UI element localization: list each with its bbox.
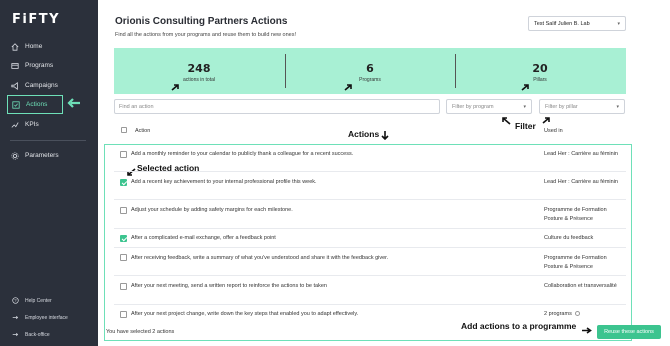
app-logo: FiFTY <box>12 12 60 27</box>
chevron-down-icon: ▾ <box>616 104 619 110</box>
sidebar-item-label: Programs <box>25 62 54 69</box>
stat-value: 6 <box>366 62 374 75</box>
back-office-label: Back-office <box>25 331 50 338</box>
column-header-used-in: Used in <box>544 128 563 134</box>
program-filter-placeholder: Filter by program <box>452 103 494 110</box>
add-actions-annotation: Add actions to a programme <box>461 321 577 331</box>
select-all-checkbox[interactable] <box>121 127 127 133</box>
employee-interface-link[interactable]: Employee interface <box>12 314 68 321</box>
sidebar-item-parameters[interactable]: Parameters <box>7 146 63 165</box>
sidebar-item-label: Home <box>25 43 43 50</box>
sidebar-item-label: KPIs <box>25 121 39 128</box>
chevron-down-icon: ▾ <box>617 21 620 27</box>
table-highlight-frame <box>104 144 632 341</box>
stat-label: Programs <box>359 77 381 83</box>
search-input[interactable] <box>114 99 440 114</box>
stat-value: 248 <box>187 62 211 75</box>
stat-programs: 6 Programs <box>285 48 455 94</box>
pillar-filter[interactable]: Filter by pillar ▾ <box>539 99 625 114</box>
reuse-actions-button[interactable]: Reuse these actions <box>597 325 661 339</box>
sidebar-item-actions[interactable]: Actions <box>7 95 63 114</box>
stat-label: actions in total <box>183 77 215 83</box>
annotation-arrow-icon <box>502 117 511 125</box>
chevron-down-icon: ▾ <box>523 104 526 110</box>
page-title: Orionis Consulting Partners Actions <box>115 16 288 27</box>
sidebar-item-campaigns[interactable]: Campaigns <box>7 76 63 95</box>
annotation-arrow-icon <box>381 131 389 140</box>
switch-icon <box>12 315 19 320</box>
annotation-arrow-icon <box>521 84 529 91</box>
actions-annotation: Actions <box>348 129 380 139</box>
backoffice-icon <box>12 332 19 337</box>
programs-icon <box>11 62 19 69</box>
lab-selector[interactable]: Test Salif Julien B. Lab ▾ <box>528 16 626 31</box>
annotation-arrow-icon <box>542 117 550 124</box>
stat-actions: 248 actions in total <box>114 48 284 94</box>
sidebar-item-home[interactable]: Home <box>7 37 63 56</box>
program-filter[interactable]: Filter by program ▾ <box>446 99 532 114</box>
campaigns-icon <box>11 81 18 90</box>
stat-value: 20 <box>532 62 548 75</box>
annotation-arrow-icon <box>171 84 179 91</box>
pillar-filter-placeholder: Filter by pillar <box>545 103 578 110</box>
lab-selector-value: Test Salif Julien B. Lab <box>534 20 590 27</box>
home-icon <box>11 42 19 51</box>
sidebar-item-label: Actions <box>26 101 48 108</box>
sidebar-divider <box>10 140 86 141</box>
column-header-action: Action <box>135 128 151 134</box>
employee-interface-label: Employee interface <box>25 314 68 321</box>
annotation-arrow-icon <box>344 84 352 91</box>
actions-pointer-arrow-icon <box>67 98 80 108</box>
help-center-link[interactable]: ? Help Center <box>12 297 52 304</box>
sidebar-item-label: Parameters <box>25 152 59 159</box>
sidebar-item-kpis[interactable]: KPIs <box>7 115 63 134</box>
svg-text:?: ? <box>14 298 17 303</box>
back-office-link[interactable]: Back-office <box>12 331 50 338</box>
annotation-arrow-icon <box>582 327 592 334</box>
page-subtitle: Find all the actions from your programs … <box>115 32 296 38</box>
actions-icon <box>12 100 20 109</box>
stat-pillars: 20 Pillars <box>455 48 625 94</box>
kpis-icon <box>11 121 19 128</box>
stat-label: Pillars <box>533 77 547 83</box>
gear-icon <box>11 151 19 160</box>
help-icon: ? <box>12 297 19 304</box>
sidebar-item-label: Campaigns <box>25 82 58 89</box>
stats-panel: 248 actions in total 6 Programs 20 Pilla… <box>114 48 626 94</box>
filter-annotation: Filter <box>515 121 536 131</box>
help-center-label: Help Center <box>25 297 52 304</box>
sidebar-item-programs[interactable]: Programs <box>7 56 63 75</box>
sidebar: FiFTY Home Programs Campaigns Actions KP… <box>0 0 98 346</box>
